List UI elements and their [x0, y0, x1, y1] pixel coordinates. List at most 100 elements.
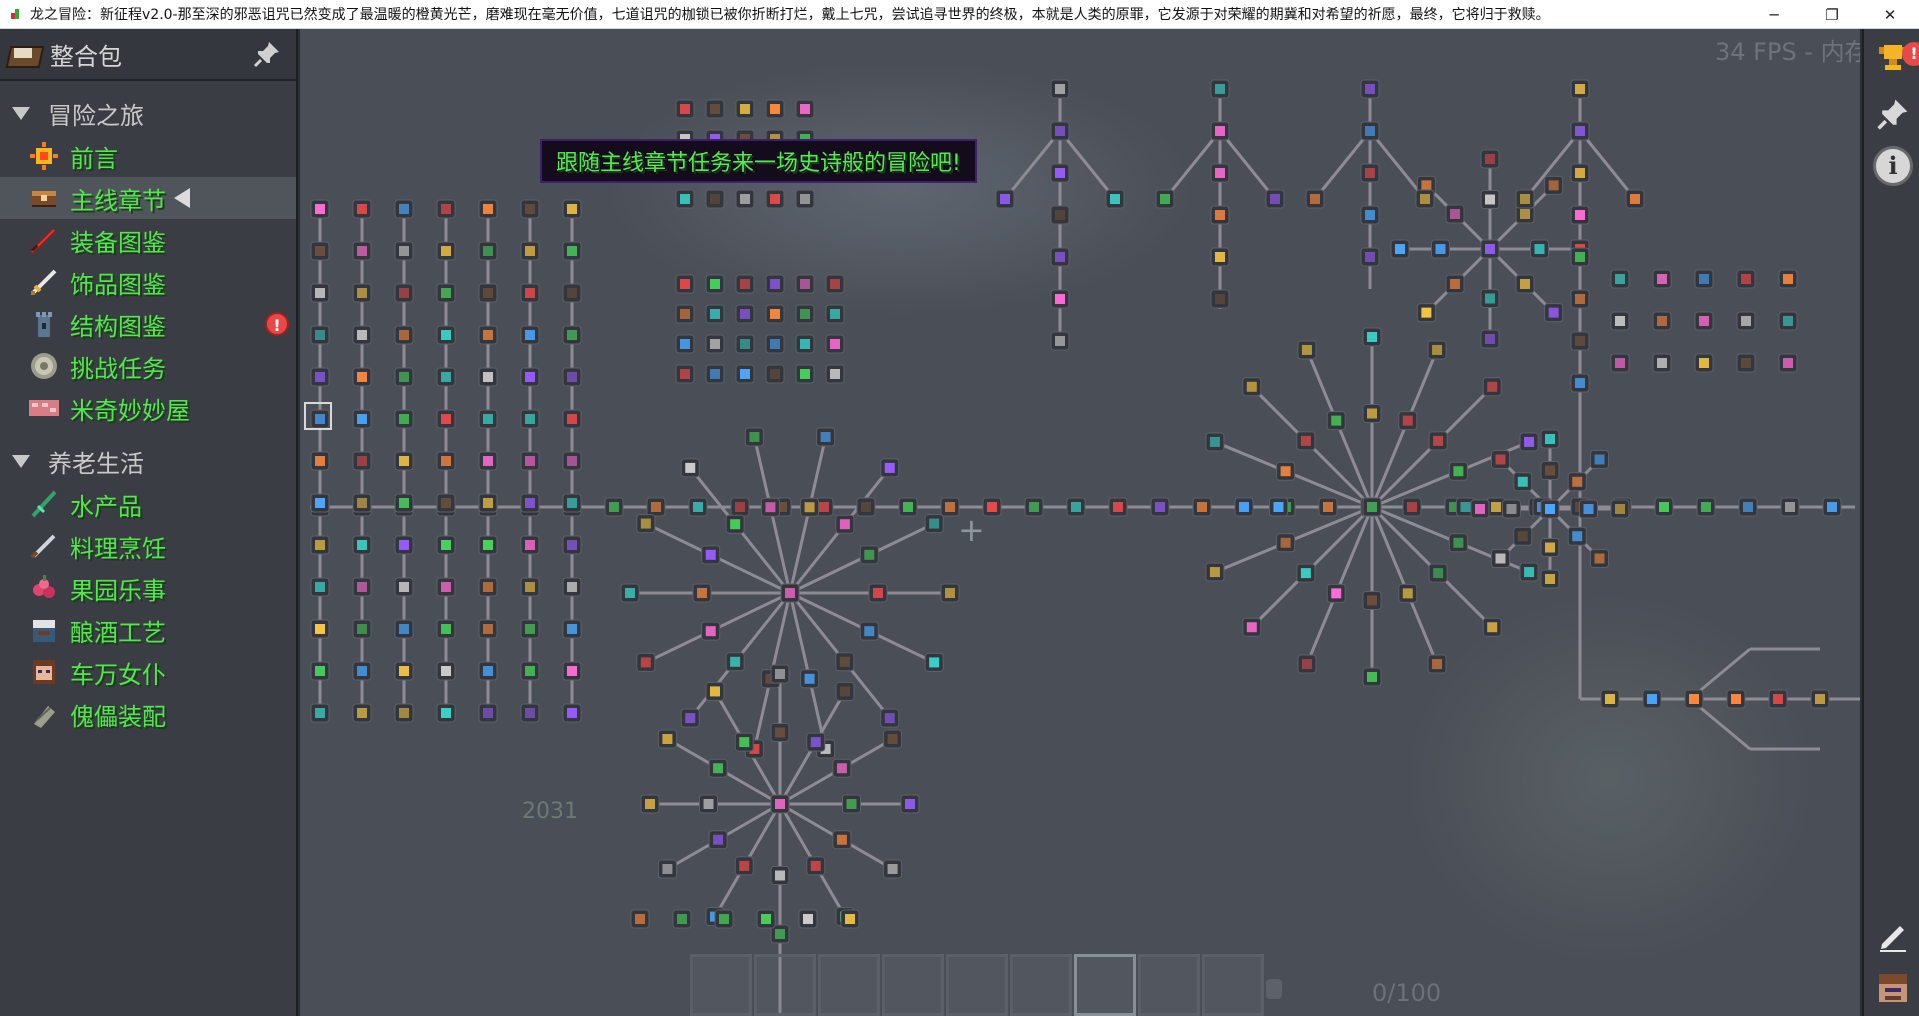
player-avatar-button[interactable] [1872, 967, 1914, 1009]
quest-node[interactable] [1570, 79, 1590, 99]
quest-node[interactable] [1589, 450, 1609, 470]
quest-node[interactable] [310, 493, 330, 513]
quest-node[interactable] [352, 703, 372, 723]
quest-node[interactable] [478, 451, 498, 471]
quest-node[interactable] [705, 189, 725, 209]
quest-node[interactable] [770, 794, 790, 814]
quest-node[interactable] [562, 451, 582, 471]
quest-node[interactable] [1570, 373, 1590, 393]
quest-node[interactable] [1210, 247, 1230, 267]
quest-node[interactable] [562, 535, 582, 555]
quest-node[interactable] [1050, 79, 1070, 99]
quest-node[interactable] [1652, 269, 1672, 289]
quest-node[interactable] [735, 304, 755, 324]
quest-node[interactable] [1390, 239, 1410, 259]
quest-node[interactable] [394, 241, 414, 261]
quest-node[interactable] [478, 703, 498, 723]
quest-node[interactable] [436, 535, 456, 555]
quest-node[interactable] [310, 619, 330, 639]
quest-node[interactable] [436, 661, 456, 681]
quest-node[interactable] [1448, 461, 1468, 481]
quest-node[interactable] [1427, 654, 1447, 674]
quest-node[interactable] [1482, 377, 1502, 397]
quest-node[interactable] [795, 304, 815, 324]
quest-node[interactable] [1778, 311, 1798, 331]
quest-node[interactable] [1610, 269, 1630, 289]
quest-node[interactable] [1738, 497, 1758, 517]
quest-node[interactable] [780, 583, 800, 603]
quest-node[interactable] [1570, 205, 1590, 225]
quest-node[interactable] [1544, 175, 1564, 195]
quest-node[interactable] [765, 274, 785, 294]
quest-node[interactable] [898, 497, 918, 517]
quest-node[interactable] [478, 241, 498, 261]
quest-node[interactable] [705, 334, 725, 354]
quest-graph[interactable] [300, 29, 1860, 1016]
quest-node[interactable] [352, 325, 372, 345]
quest-node[interactable] [436, 325, 456, 345]
quest-node[interactable] [832, 830, 852, 850]
quest-node[interactable] [1296, 431, 1316, 451]
quest-node[interactable] [1402, 497, 1422, 517]
quest-node[interactable] [735, 274, 755, 294]
quest-node[interactable] [1305, 189, 1325, 209]
quest-node[interactable] [1780, 497, 1800, 517]
quest-node[interactable] [1362, 667, 1382, 687]
quest-node[interactable] [900, 794, 920, 814]
quest-node[interactable] [1822, 497, 1842, 517]
quest-node[interactable] [1276, 461, 1296, 481]
quest-node[interactable] [436, 577, 456, 597]
pin-button[interactable] [1872, 93, 1914, 135]
quest-node[interactable] [1513, 526, 1533, 546]
quest-node[interactable] [1296, 563, 1316, 583]
quest-node[interactable] [760, 497, 780, 517]
quest-node[interactable] [765, 364, 785, 384]
quest-node[interactable] [705, 304, 725, 324]
quest-node[interactable] [1150, 497, 1170, 517]
sidebar-item-structure-guide[interactable]: 结构图鉴 ! [0, 303, 296, 345]
quest-node[interactable] [835, 514, 855, 534]
quest-node[interactable] [835, 681, 855, 701]
restore-button[interactable]: ❐ [1803, 0, 1861, 29]
quest-node[interactable] [394, 451, 414, 471]
quest-node[interactable] [1050, 331, 1070, 351]
quest-node[interactable] [1480, 329, 1500, 349]
sidebar-item-preface[interactable]: 前言 [0, 135, 296, 177]
quest-node[interactable] [1362, 327, 1382, 347]
quest-node[interactable] [735, 189, 755, 209]
quest-node[interactable] [806, 856, 826, 876]
quest-node[interactable] [1416, 303, 1436, 323]
quest-node[interactable] [1210, 205, 1230, 225]
quest-node[interactable] [1610, 353, 1630, 373]
quest-node[interactable] [1778, 269, 1798, 289]
quest-node[interactable] [310, 577, 330, 597]
minimize-button[interactable]: ─ [1745, 0, 1803, 29]
quest-node[interactable] [436, 199, 456, 219]
quest-node[interactable] [1360, 247, 1380, 267]
quest-node[interactable] [520, 199, 540, 219]
quest-node[interactable] [995, 189, 1015, 209]
quest-node[interactable] [868, 583, 888, 603]
quest-node[interactable] [352, 199, 372, 219]
quest-node[interactable] [1519, 432, 1539, 452]
quest-node[interactable] [1519, 562, 1539, 582]
quest-node[interactable] [1427, 340, 1447, 360]
quest-node[interactable] [352, 535, 372, 555]
sidebar-item-maid[interactable]: 车万女仆 [0, 651, 296, 693]
quest-node[interactable] [1362, 404, 1382, 423]
quest-node[interactable] [562, 199, 582, 219]
group-adventure[interactable]: 冒险之旅 [0, 91, 296, 135]
quest-node[interactable] [1105, 189, 1125, 209]
quest-node[interactable] [795, 189, 815, 209]
quest-node[interactable] [1445, 204, 1465, 224]
quest-node[interactable] [1050, 247, 1070, 267]
quest-node[interactable] [478, 325, 498, 345]
sidebar-item-orchard[interactable]: 果园乐事 [0, 567, 296, 609]
quest-node[interactable] [705, 274, 725, 294]
quest-node[interactable] [394, 535, 414, 555]
quest-node[interactable] [1210, 163, 1230, 183]
quest-node[interactable] [1210, 121, 1230, 141]
quest-node[interactable] [672, 909, 692, 929]
quest-node[interactable] [640, 794, 660, 814]
quest-node[interactable] [1108, 497, 1128, 517]
